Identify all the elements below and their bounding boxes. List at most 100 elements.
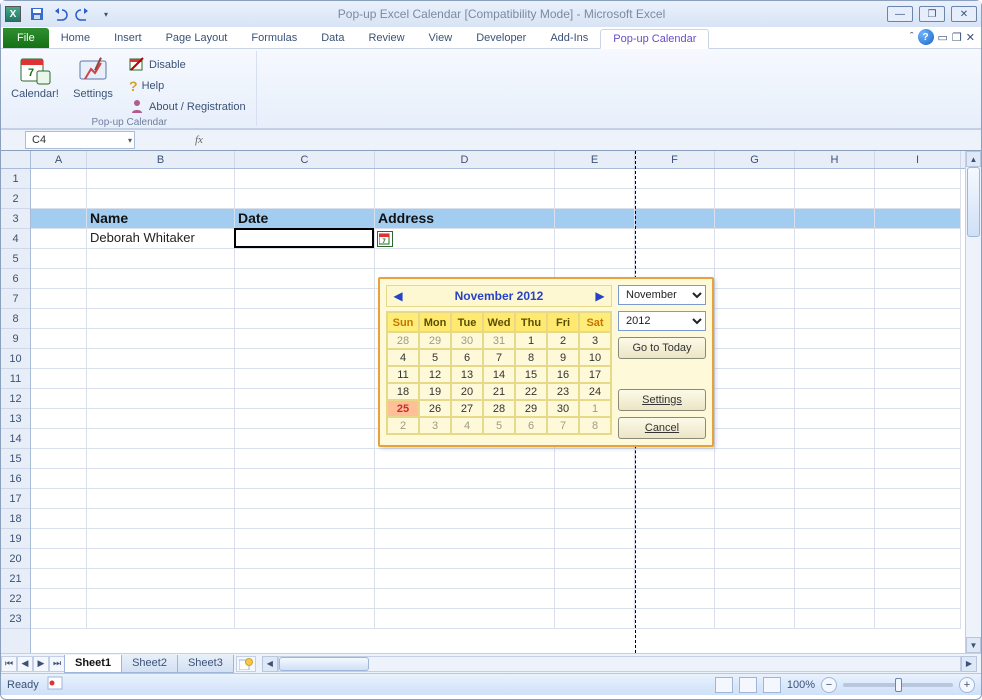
cell[interactable] bbox=[795, 429, 875, 449]
cell[interactable] bbox=[715, 209, 795, 229]
cell[interactable] bbox=[715, 409, 795, 429]
calendar-day[interactable]: 20 bbox=[451, 383, 483, 400]
cell[interactable] bbox=[375, 589, 555, 609]
col-header-C[interactable]: C bbox=[235, 151, 375, 168]
cell[interactable] bbox=[235, 169, 375, 189]
settings-button[interactable]: Settings bbox=[67, 53, 119, 113]
cell[interactable] bbox=[635, 209, 715, 229]
cell[interactable] bbox=[375, 569, 555, 589]
calendar-cell-icon[interactable]: 7 bbox=[377, 231, 393, 247]
cell[interactable] bbox=[715, 189, 795, 209]
vertical-scrollbar[interactable]: ▲ ▼ bbox=[965, 151, 981, 653]
cell[interactable] bbox=[875, 289, 961, 309]
minimize-button[interactable]: — bbox=[887, 6, 913, 22]
cell[interactable] bbox=[795, 329, 875, 349]
cell[interactable] bbox=[795, 249, 875, 269]
cell[interactable] bbox=[31, 609, 87, 629]
cell[interactable] bbox=[87, 409, 235, 429]
cell[interactable] bbox=[795, 289, 875, 309]
cell[interactable] bbox=[715, 449, 795, 469]
macro-record-icon[interactable] bbox=[47, 676, 63, 693]
cell[interactable] bbox=[31, 549, 87, 569]
row-header[interactable]: 10 bbox=[1, 349, 30, 369]
help-button[interactable]: ? Help bbox=[125, 76, 250, 96]
col-header-I[interactable]: I bbox=[875, 151, 961, 168]
cell[interactable] bbox=[715, 289, 795, 309]
row-header[interactable]: 9 bbox=[1, 329, 30, 349]
cell[interactable] bbox=[555, 569, 635, 589]
cell[interactable] bbox=[235, 349, 375, 369]
cell[interactable] bbox=[87, 249, 235, 269]
cell[interactable] bbox=[31, 229, 87, 249]
tab-formulas[interactable]: Formulas bbox=[239, 28, 309, 48]
name-box-dropdown-icon[interactable]: ▾ bbox=[128, 136, 132, 145]
cell[interactable] bbox=[795, 349, 875, 369]
cell[interactable] bbox=[87, 529, 235, 549]
row-header[interactable]: 21 bbox=[1, 569, 30, 589]
calendar-day[interactable]: 28 bbox=[483, 400, 515, 417]
cell[interactable] bbox=[375, 249, 555, 269]
cell[interactable] bbox=[715, 229, 795, 249]
sheet-nav-next[interactable]: ▶ bbox=[33, 656, 49, 672]
calendar-day[interactable]: 3 bbox=[419, 417, 451, 434]
col-header-D[interactable]: D bbox=[375, 151, 555, 168]
next-month-button[interactable]: ▶ bbox=[593, 289, 607, 303]
calendar-day[interactable]: 26 bbox=[419, 400, 451, 417]
cell[interactable] bbox=[375, 449, 555, 469]
cell[interactable] bbox=[235, 189, 375, 209]
mdi-close-icon[interactable]: ✕ bbox=[966, 31, 975, 44]
cell[interactable] bbox=[635, 549, 715, 569]
calendar-day[interactable]: 31 bbox=[483, 332, 515, 349]
tab-review[interactable]: Review bbox=[356, 28, 416, 48]
cell[interactable] bbox=[87, 189, 235, 209]
cell[interactable] bbox=[795, 589, 875, 609]
cell[interactable] bbox=[875, 349, 961, 369]
cell[interactable] bbox=[875, 229, 961, 249]
cell[interactable] bbox=[31, 529, 87, 549]
calendar-day[interactable]: 24 bbox=[579, 383, 611, 400]
calendar-day[interactable]: 4 bbox=[387, 349, 419, 366]
calendar-day[interactable]: 21 bbox=[483, 383, 515, 400]
calendar-day[interactable]: 28 bbox=[387, 332, 419, 349]
cell[interactable] bbox=[235, 469, 375, 489]
cell[interactable] bbox=[235, 509, 375, 529]
calendar-day[interactable]: 11 bbox=[387, 366, 419, 383]
cell[interactable] bbox=[875, 169, 961, 189]
row-header[interactable]: 13 bbox=[1, 409, 30, 429]
calendar-day[interactable]: 30 bbox=[451, 332, 483, 349]
cell[interactable] bbox=[635, 449, 715, 469]
cell[interactable] bbox=[555, 229, 635, 249]
vscroll-thumb[interactable] bbox=[967, 167, 980, 237]
cell[interactable] bbox=[715, 489, 795, 509]
cell[interactable] bbox=[235, 229, 375, 249]
calendar-day[interactable]: 7 bbox=[547, 417, 579, 434]
calendar-day[interactable]: 6 bbox=[515, 417, 547, 434]
cell[interactable] bbox=[31, 329, 87, 349]
cell[interactable] bbox=[87, 569, 235, 589]
about-button[interactable]: About / Registration bbox=[125, 97, 250, 117]
cell[interactable] bbox=[235, 409, 375, 429]
cell[interactable] bbox=[715, 529, 795, 549]
row-header[interactable]: 20 bbox=[1, 549, 30, 569]
cell[interactable] bbox=[875, 589, 961, 609]
zoom-slider[interactable] bbox=[843, 683, 953, 687]
cell[interactable] bbox=[555, 449, 635, 469]
redo-icon[interactable] bbox=[73, 4, 93, 24]
calendar-day[interactable]: 15 bbox=[515, 366, 547, 383]
sheet-tab-1[interactable]: Sheet1 bbox=[64, 655, 122, 673]
row-header[interactable]: 11 bbox=[1, 369, 30, 389]
cell[interactable] bbox=[31, 569, 87, 589]
cell[interactable] bbox=[635, 509, 715, 529]
cell[interactable] bbox=[375, 169, 555, 189]
view-normal-button[interactable] bbox=[715, 677, 733, 693]
cell[interactable] bbox=[87, 429, 235, 449]
cell[interactable] bbox=[555, 469, 635, 489]
cell[interactable] bbox=[235, 549, 375, 569]
zoom-out-button[interactable]: − bbox=[821, 677, 837, 693]
cell[interactable] bbox=[87, 309, 235, 329]
cell[interactable] bbox=[31, 309, 87, 329]
cell[interactable] bbox=[875, 209, 961, 229]
cell[interactable] bbox=[31, 349, 87, 369]
cell[interactable] bbox=[31, 429, 87, 449]
cell[interactable] bbox=[875, 509, 961, 529]
